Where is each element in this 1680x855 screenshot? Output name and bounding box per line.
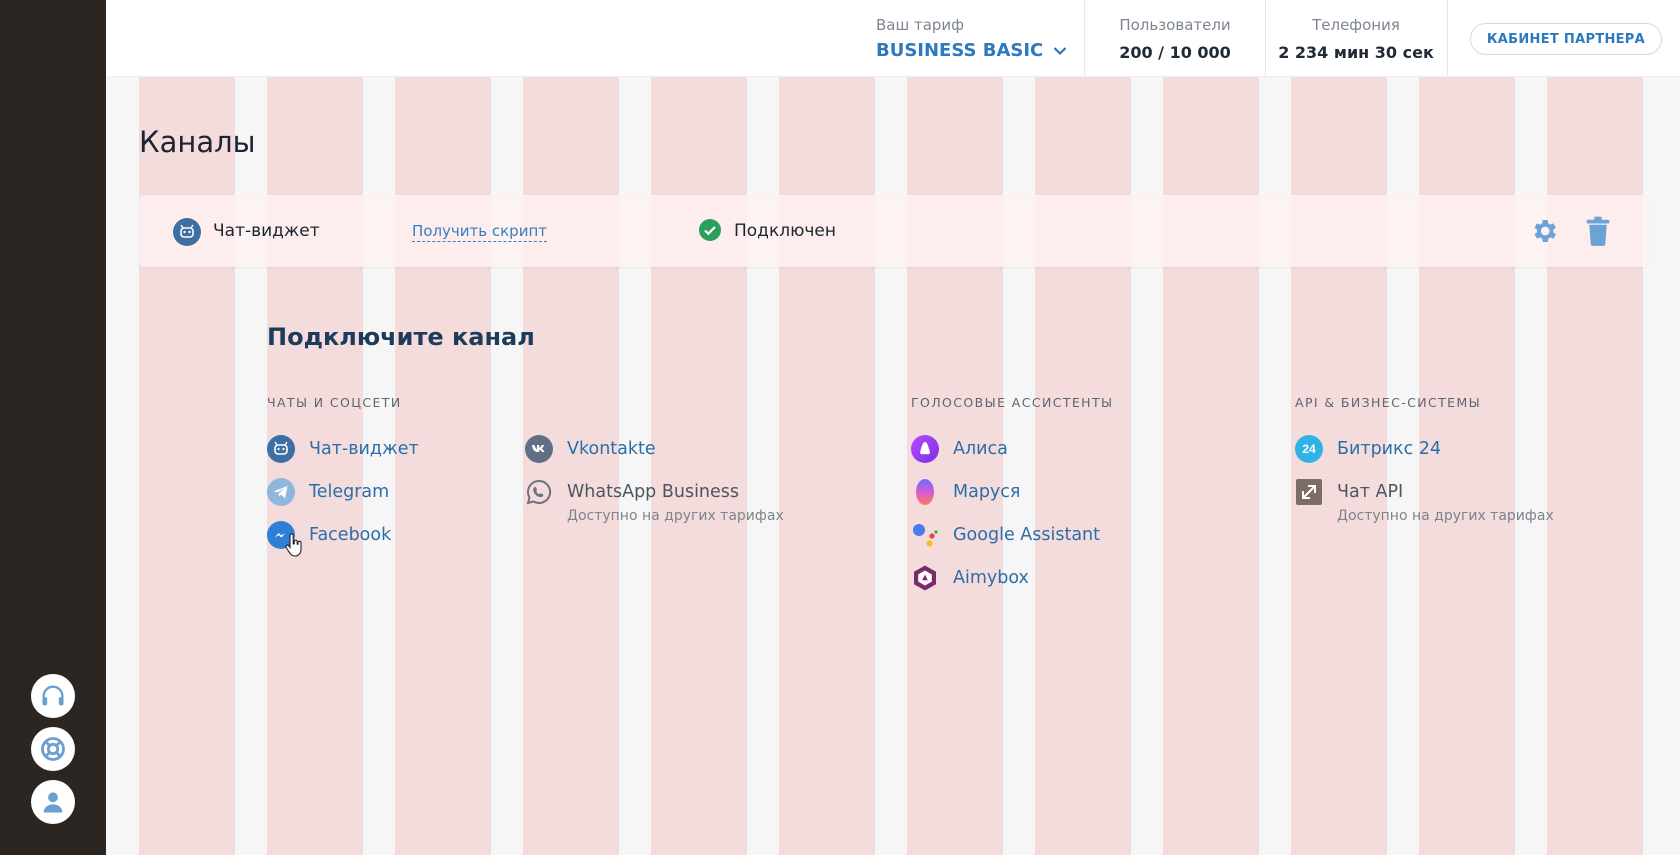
channel-label: Aimybox	[953, 568, 1029, 588]
google-assistant-icon	[913, 524, 938, 547]
layout-grid-column	[1547, 77, 1643, 855]
users-block: Пользователи 200 / 10 000	[1085, 0, 1265, 77]
layout-grid-column	[779, 77, 875, 855]
users-value: 200 / 10 000	[1119, 42, 1231, 62]
bitrix24-icon: 24	[1295, 435, 1323, 463]
channel-label: Vkontakte	[567, 439, 656, 459]
help-lifebuoy-button[interactable]	[31, 727, 75, 771]
plan-selector[interactable]: BUSINESS BASIC	[876, 40, 1067, 61]
channel-google-assistant[interactable]: Google Assistant	[911, 521, 1100, 549]
channel-label: Чат-виджет	[309, 439, 419, 459]
layout-grid-column	[1419, 77, 1515, 855]
main-content: Каналы Чат-виджет Получить скрипт Подклю…	[106, 77, 1680, 855]
chat-widget-icon	[267, 435, 295, 463]
unavailable-note: Доступно на других тарифах	[1337, 508, 1554, 524]
section-api-heading: API & БИЗНЕС-СИСТЕМЫ	[1295, 395, 1482, 410]
channel-telegram[interactable]: Telegram	[267, 478, 389, 506]
plan-caption: Ваш тариф	[876, 16, 965, 34]
trash-icon[interactable]	[1585, 216, 1611, 246]
layout-grid-column	[523, 77, 619, 855]
telegram-icon	[267, 478, 295, 506]
chevron-down-icon	[1053, 46, 1067, 55]
section-chats-heading: ЧАТЫ И СОЦСЕТИ	[267, 395, 402, 410]
profile-button[interactable]	[31, 780, 75, 824]
channel-label: Google Assistant	[953, 525, 1100, 545]
layout-grid-column	[1163, 77, 1259, 855]
channel-chat-api[interactable]: Чат API Доступно на других тарифах	[1295, 478, 1554, 524]
chat-api-icon	[1296, 479, 1322, 505]
layout-grid-column	[267, 77, 363, 855]
telephony-block: Телефония 2 234 мин 30 сек	[1266, 0, 1446, 77]
alice-icon	[911, 435, 939, 463]
headset-icon	[42, 685, 64, 706]
users-caption: Пользователи	[1119, 15, 1231, 34]
connected-channel-name: Чат-виджет	[213, 221, 320, 241]
layout-grid-column	[1291, 77, 1387, 855]
telephony-value: 2 234 мин 30 сек	[1278, 42, 1434, 62]
plan-value: BUSINESS BASIC	[876, 40, 1044, 61]
channel-label: Алиса	[953, 439, 1008, 459]
check-circle-icon	[699, 219, 721, 241]
layout-grid-column	[907, 77, 1003, 855]
layout-grid-column	[395, 77, 491, 855]
channel-label: Telegram	[309, 482, 390, 502]
channel-label: Битрикс 24	[1337, 439, 1442, 459]
channel-chat-widget[interactable]: Чат-виджет	[267, 435, 419, 463]
marusya-icon	[916, 479, 934, 505]
channel-bitrix24[interactable]: 24 Битрикс 24	[1295, 435, 1441, 463]
channel-alice[interactable]: Алиса	[911, 435, 1008, 463]
connection-status: Подключен	[734, 221, 836, 241]
page-title: Каналы	[139, 125, 256, 159]
layout-grid-column	[1035, 77, 1131, 855]
get-script-link[interactable]: Получить скрипт	[412, 222, 547, 242]
vk-icon	[525, 435, 553, 463]
channel-marusya[interactable]: Маруся	[911, 478, 1020, 506]
connect-channel-title: Подключите канал	[267, 323, 535, 351]
hand-cursor-icon	[285, 533, 302, 557]
telephony-caption: Телефония	[1312, 15, 1400, 34]
connected-channel-card: Чат-виджет Получить скрипт Подключен	[139, 195, 1647, 267]
layout-grid-column	[139, 77, 235, 855]
support-headset-button[interactable]	[31, 674, 75, 718]
gear-icon[interactable]	[1529, 216, 1559, 246]
divider	[1447, 0, 1448, 77]
channel-aimybox[interactable]: Aimybox	[911, 564, 1029, 592]
channel-whatsapp-business[interactable]: WhatsApp Business Доступно на других тар…	[525, 478, 784, 524]
chat-widget-icon	[173, 218, 201, 246]
aimybox-icon	[914, 565, 936, 591]
channel-vkontakte[interactable]: Vkontakte	[525, 435, 656, 463]
section-voice-heading: ГОЛОСОВЫЕ АССИСТЕНТЫ	[911, 395, 1114, 410]
layout-grid-column	[651, 77, 747, 855]
left-rail	[0, 0, 106, 855]
user-icon	[43, 792, 63, 813]
partner-cabinet-button[interactable]: КАБИНЕТ ПАРТНЕРА	[1469, 23, 1662, 55]
channel-label: WhatsApp Business	[567, 482, 740, 502]
channel-label: Чат API	[1337, 482, 1404, 502]
channel-label: Facebook	[309, 525, 392, 545]
channel-label: Маруся	[953, 482, 1021, 502]
whatsapp-icon	[526, 479, 552, 505]
lifebuoy-icon	[41, 737, 65, 761]
unavailable-note: Доступно на других тарифах	[567, 508, 784, 524]
top-bar: Ваш тариф BUSINESS BASIC Пользователи 20…	[106, 0, 1680, 77]
